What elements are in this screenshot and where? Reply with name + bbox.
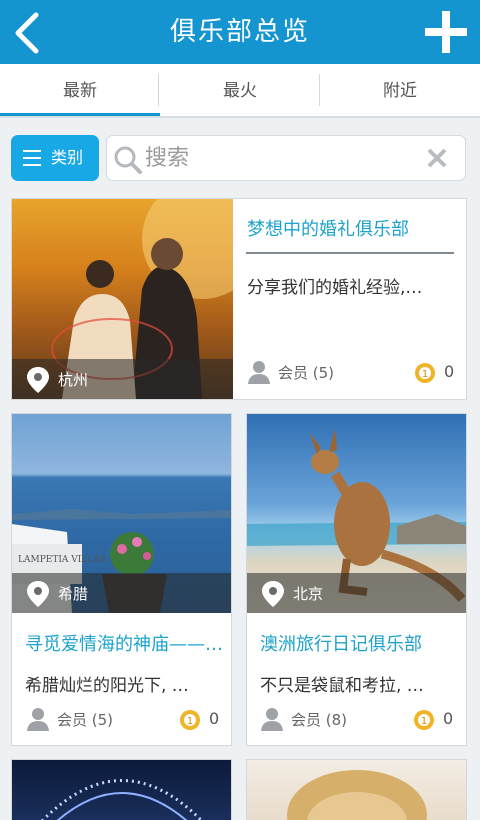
category-button-label: 类别 xyxy=(51,148,84,167)
member-count: 会员 (5) xyxy=(278,364,335,382)
member-icon xyxy=(27,708,49,731)
member-icon xyxy=(261,708,283,731)
club-title[interactable]: 梦想中的婚礼俱乐部 xyxy=(247,215,457,241)
member-icon xyxy=(248,361,270,384)
add-club-button[interactable] xyxy=(422,8,470,56)
club-meta: 会员 (5) 1 0 xyxy=(27,707,227,733)
club-meta: 会员 (8) 1 0 xyxy=(261,707,461,733)
club-meta: 会员 (5) 1 0 xyxy=(248,360,458,386)
tab-nearby[interactable]: 附近 xyxy=(320,64,480,116)
app-header: 俱乐部总览 xyxy=(0,0,480,64)
club-card[interactable]: 北京 澳洲旅行日记俱乐部 不只是袋鼠和考拉, … 会员 (8) 1 0 xyxy=(246,413,467,746)
club-title[interactable]: 寻觅爱情海的神庙——… xyxy=(25,630,225,656)
tab-latest[interactable]: 最新 xyxy=(0,64,160,116)
medal-icon: 1 xyxy=(415,363,435,383)
page-title: 俱乐部总览 xyxy=(169,17,310,47)
club-description: 希腊灿烂的阳光下, … xyxy=(25,676,189,696)
club-description: 分享我们的婚礼经验,… xyxy=(247,278,423,298)
ferris-wheel-photo xyxy=(40,779,204,820)
tab-hottest[interactable]: 最火 xyxy=(160,64,320,116)
club-photo: 杭州 xyxy=(12,199,233,399)
medal-count: 0 xyxy=(443,709,454,728)
location-label: 希腊 xyxy=(58,585,89,603)
title-divider xyxy=(246,252,454,254)
club-description: 不只是袋鼠和考拉, … xyxy=(260,676,424,696)
tab-divider xyxy=(158,74,159,106)
location-bar: 希腊 xyxy=(12,573,231,613)
location-pin-icon xyxy=(27,367,49,393)
svg-text:1: 1 xyxy=(421,716,427,727)
portrait-photo xyxy=(287,770,427,820)
tab-bar: 最新 最火 附近 xyxy=(0,64,480,118)
location-pin-icon xyxy=(27,581,49,607)
medal-count: 0 xyxy=(209,709,220,728)
club-card[interactable]: LAMPETIA VILLAS 希腊 寻觅爱情海的神庙——… 希腊灿烂的阳光下,… xyxy=(11,413,232,746)
medal-icon: 1 xyxy=(180,710,200,730)
club-card[interactable] xyxy=(11,759,232,820)
search-input[interactable] xyxy=(145,142,415,174)
member-count: 会员 (8) xyxy=(291,711,348,729)
club-photo xyxy=(247,760,466,820)
search-box xyxy=(106,135,466,181)
clear-icon[interactable] xyxy=(427,148,447,168)
location-pin-icon xyxy=(262,581,284,607)
plus-icon xyxy=(425,11,467,53)
location-label: 北京 xyxy=(293,585,324,603)
svg-text:1: 1 xyxy=(187,716,193,727)
club-photo xyxy=(12,760,231,820)
club-title[interactable]: 澳洲旅行日记俱乐部 xyxy=(260,630,460,656)
medal-count: 0 xyxy=(444,362,455,381)
category-button[interactable]: 类别 xyxy=(11,135,99,181)
club-card[interactable]: 杭州 梦想中的婚礼俱乐部 分享我们的婚礼经验,… 会员 (5) 1 0 xyxy=(11,198,467,400)
club-photo: LAMPETIA VILLAS 希腊 xyxy=(12,414,231,613)
location-label: 杭州 xyxy=(58,371,89,389)
menu-icon xyxy=(23,150,41,166)
svg-text:LAMPETIA VILLAS: LAMPETIA VILLAS xyxy=(18,555,106,565)
location-bar: 北京 xyxy=(247,573,466,613)
club-card[interactable] xyxy=(246,759,467,820)
location-bar: 杭州 xyxy=(12,359,233,399)
medal-icon: 1 xyxy=(414,710,434,730)
club-photo: 北京 xyxy=(247,414,466,613)
member-count: 会员 (5) xyxy=(57,711,114,729)
search-icon xyxy=(114,146,142,174)
svg-text:1: 1 xyxy=(422,369,428,380)
